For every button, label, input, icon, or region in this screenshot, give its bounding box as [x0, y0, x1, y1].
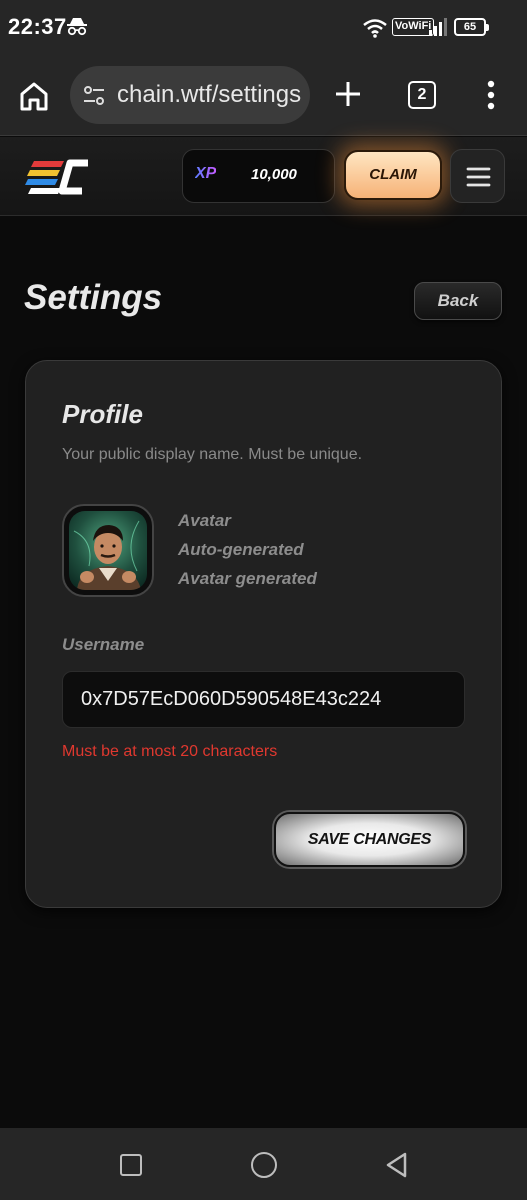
site-header: XP 10,000 CLAIM	[0, 137, 527, 216]
profile-description: Your public display name. Must be unique…	[62, 446, 363, 463]
recent-apps-icon[interactable]	[120, 1154, 142, 1176]
page-title: Settings	[24, 278, 163, 317]
username-label: Username	[62, 635, 145, 654]
claim-button[interactable]: CLAIM	[344, 150, 442, 200]
avatar-image	[69, 511, 147, 590]
avatar[interactable]	[62, 504, 154, 597]
back-button[interactable]: Back	[414, 282, 502, 320]
hamburger-icon	[466, 167, 491, 187]
more-vert-icon[interactable]	[486, 80, 496, 110]
profile-title: Profile	[62, 399, 143, 429]
save-changes-button[interactable]: SAVE CHANGES	[274, 812, 465, 867]
xp-value: 10,000	[251, 166, 297, 183]
home-circle-icon[interactable]	[251, 1152, 277, 1178]
profile-card: Profile Your public display name. Must b…	[25, 360, 502, 908]
incognito-icon	[67, 18, 87, 36]
address-bar[interactable]: chain.wtf/settings	[70, 66, 310, 124]
back-triangle-icon[interactable]	[384, 1151, 408, 1179]
wifi-icon	[363, 19, 387, 38]
system-nav-bar	[0, 1128, 527, 1200]
logo[interactable]	[24, 157, 92, 197]
battery-icon: 65	[454, 18, 489, 36]
xp-badge: XP	[195, 165, 217, 182]
avatar-status: Auto-generated	[178, 540, 304, 559]
status-time: 22:37	[8, 14, 67, 39]
status-bar: 22:37 VoWiFi 65	[0, 0, 527, 54]
tab-switcher-icon[interactable]: 2	[408, 81, 436, 109]
site-settings-icon[interactable]	[82, 85, 106, 107]
username-error: Must be at most 20 characters	[62, 743, 278, 760]
signal-icon	[429, 18, 447, 36]
avatar-generated-note: Avatar generated	[178, 569, 317, 588]
avatar-label: Avatar	[178, 511, 231, 530]
menu-button[interactable]	[450, 149, 505, 203]
new-tab-plus-icon[interactable]	[333, 79, 363, 109]
home-icon[interactable]	[18, 80, 50, 112]
url-text[interactable]: chain.wtf/settings	[117, 81, 301, 109]
username-input[interactable]	[62, 671, 465, 728]
xp-balance: XP 10,000	[182, 149, 335, 203]
browser-toolbar: chain.wtf/settings 2	[0, 54, 527, 136]
